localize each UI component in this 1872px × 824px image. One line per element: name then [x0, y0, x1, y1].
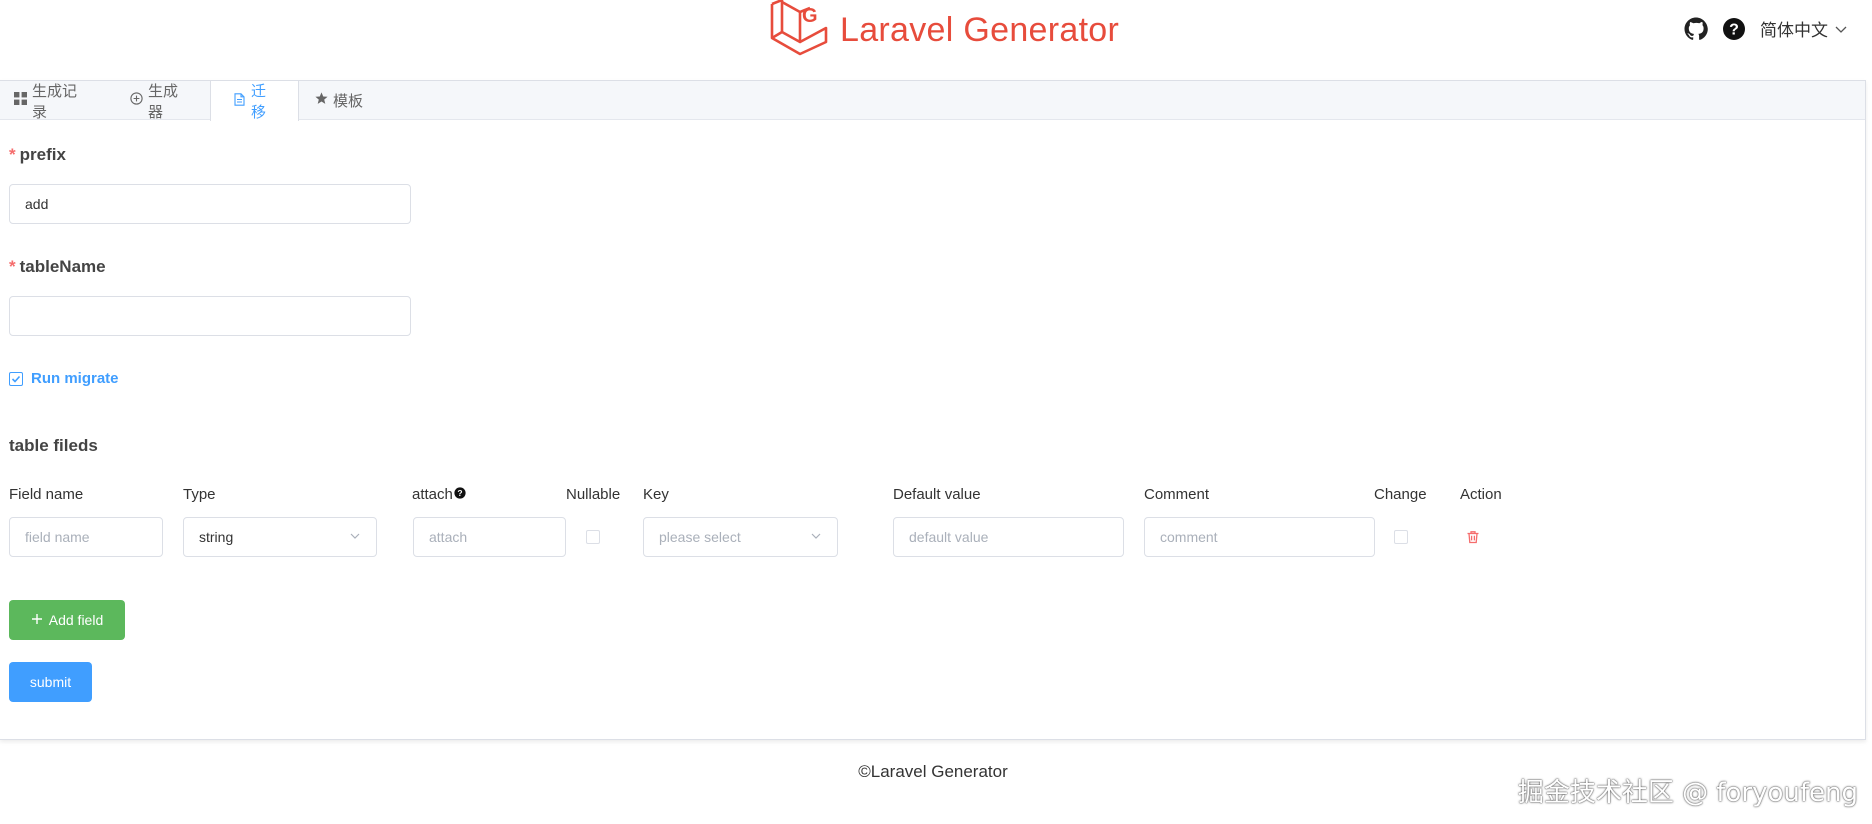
grid-icon [14, 92, 32, 109]
app-title: Laravel Generator [840, 10, 1120, 49]
column-header-type: Type [183, 486, 216, 503]
field-name-input[interactable]: field name [9, 517, 163, 557]
tab-generation-records[interactable]: 生成记录 [0, 81, 114, 121]
column-header-change: Change [1374, 486, 1427, 503]
default-value-placeholder: default value [909, 529, 989, 545]
key-select-placeholder: please select [659, 529, 741, 545]
comment-input[interactable]: comment [1144, 517, 1375, 557]
plus-circle-icon [130, 92, 148, 109]
column-header-key: Key [643, 486, 669, 503]
column-header-attach-text: attach [412, 486, 453, 503]
column-header-default-value: Default value [893, 486, 981, 503]
tab-migration[interactable]: 迁移 [210, 81, 299, 121]
delete-icon[interactable] [1466, 530, 1480, 544]
chevron-down-icon [1834, 22, 1848, 36]
svg-text:?: ? [1729, 21, 1739, 38]
table-fields-title: table fileds [9, 436, 98, 455]
run-migrate-option[interactable]: Run migrate [9, 370, 119, 387]
column-header-attach: attach ? [412, 486, 466, 503]
tab-label: 迁移 [251, 83, 267, 121]
required-marker: * [9, 257, 16, 276]
svg-text:?: ? [457, 488, 462, 498]
laravel-generator-logo-icon: G [768, 0, 830, 63]
add-field-button[interactable]: Add field [9, 600, 125, 640]
comment-placeholder: comment [1160, 529, 1218, 545]
brand[interactable]: G Laravel Generator [768, 0, 1119, 60]
table-name-label-text: tableName [19, 257, 106, 276]
type-select-value: string [199, 529, 234, 545]
run-migrate-checkbox[interactable] [9, 371, 23, 386]
key-select[interactable]: please select [643, 517, 838, 557]
help-circle-icon[interactable]: ? [453, 486, 466, 503]
table-name-input[interactable] [9, 296, 411, 336]
prefix-label-text: prefix [19, 145, 66, 164]
document-icon [233, 92, 251, 110]
tab-bar: 生成记录 生成器 迁移 模板 [0, 81, 1865, 121]
type-select[interactable]: string [183, 517, 377, 557]
plus-icon [31, 612, 43, 628]
language-label: 简体中文 [1760, 21, 1828, 40]
attach-input[interactable]: attach [413, 517, 566, 557]
svg-text:G: G [802, 5, 818, 27]
table-name-label: * tableName [9, 257, 106, 277]
submit-button[interactable]: submit [9, 662, 92, 702]
tab-templates[interactable]: 模板 [299, 81, 389, 120]
tab-label: 生成器 [148, 82, 179, 121]
default-value-input[interactable]: default value [893, 517, 1124, 557]
app-header: G Laravel Generator ? 简体中文 [0, 0, 1872, 80]
attach-placeholder: attach [429, 529, 468, 545]
language-selector[interactable]: 简体中文 [1760, 16, 1848, 41]
chevron-down-icon [810, 529, 822, 545]
column-header-nullable: Nullable [566, 486, 621, 503]
main-card: 生成记录 生成器 迁移 模板 *prefix add [0, 80, 1866, 740]
github-icon[interactable] [1684, 17, 1708, 41]
run-migrate-label: Run migrate [31, 370, 119, 387]
add-field-label: Add field [48, 612, 104, 628]
prefix-label-abs: * prefix [9, 145, 66, 165]
star-icon [315, 92, 333, 109]
submit-label: submit [29, 674, 72, 690]
column-header-comment: Comment [1144, 486, 1210, 503]
nullable-checkbox[interactable] [586, 530, 600, 544]
prefix-input[interactable]: add [9, 184, 411, 224]
tab-label: 模板 [333, 93, 364, 110]
watermark: 掘金技术社区 @ foryoufeng [1517, 778, 1858, 808]
tab-label: 生成记录 [32, 82, 78, 121]
chevron-down-icon [349, 529, 361, 545]
help-circle-icon[interactable]: ? [1722, 17, 1746, 41]
column-header-action: Action [1460, 486, 1502, 503]
column-header-field-name: Field name [9, 486, 84, 503]
change-checkbox[interactable] [1394, 530, 1408, 544]
field-name-placeholder: field name [25, 529, 90, 545]
prefix-input-value: add [25, 196, 49, 212]
tab-generator[interactable]: 生成器 [114, 81, 210, 121]
required-marker: * [9, 145, 16, 164]
